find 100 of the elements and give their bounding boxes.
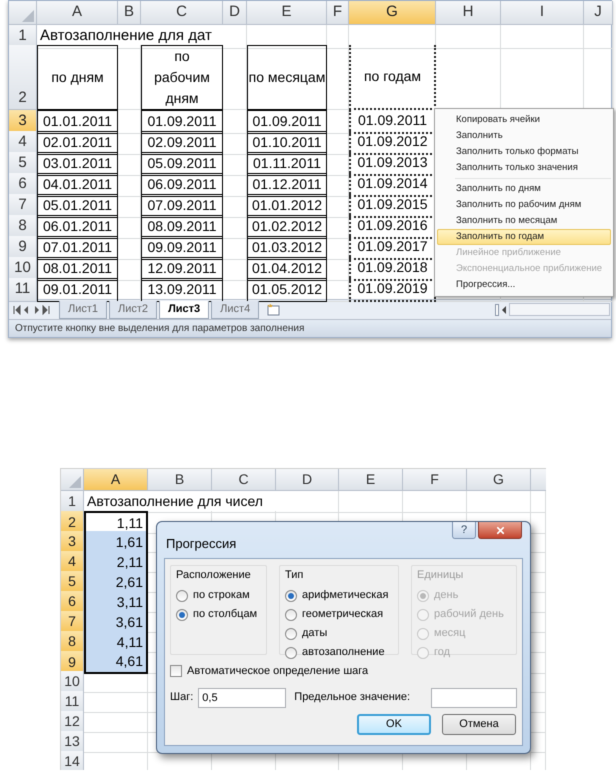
column-header[interactable]: H (436, 1, 501, 25)
column-header[interactable]: C (141, 1, 223, 25)
close-icon (494, 524, 506, 536)
date-cell: 01.10.2011 (247, 131, 327, 154)
menu-item[interactable]: Заполнить только значения (437, 160, 611, 176)
option-label: по строкам (193, 588, 250, 604)
number-cell: 4,61 (84, 651, 148, 674)
split-handle[interactable] (495, 304, 499, 316)
option-label: год (434, 645, 450, 660)
date-cell: 01.01.2011 (37, 110, 118, 134)
date-cell: 01.09.2011 (141, 110, 223, 134)
date-cell: 05.01.2011 (37, 194, 118, 218)
column-header[interactable]: A (37, 1, 118, 25)
row-header[interactable]: 12 (61, 711, 84, 733)
column-heading-cell: по годам (349, 45, 436, 110)
option-label: арифметическая (302, 588, 388, 604)
column-header[interactable]: E (339, 469, 403, 491)
status-bar-text: Отпустите кнопку вне выделения для параметров заполнения (14, 322, 304, 336)
row-header[interactable]: 14 (61, 751, 84, 770)
sheet-tab[interactable]: Лист3 (159, 301, 210, 319)
column-header[interactable]: B (148, 469, 212, 491)
column-header[interactable]: G (349, 1, 436, 25)
radio-button[interactable] (176, 608, 188, 620)
column-header[interactable]: I (501, 1, 584, 25)
step-label: Шаг: (170, 690, 194, 706)
date-cell: 08.01.2011 (37, 257, 118, 280)
row-header[interactable]: 3 (61, 531, 84, 553)
option-label: месяц (434, 626, 466, 642)
radio-button[interactable] (285, 590, 297, 602)
column-header[interactable]: F (403, 469, 467, 491)
row-header[interactable]: 10 (61, 671, 84, 693)
menu-item[interactable]: Заполнить по рабочим дням (437, 197, 611, 213)
radio-button[interactable] (176, 590, 188, 602)
date-cell: 02.09.2011 (141, 131, 223, 154)
menu-item[interactable]: Копировать ячейки (437, 112, 611, 128)
date-cell: 05.09.2011 (141, 152, 223, 176)
step-field[interactable]: 0,5 (198, 688, 286, 708)
dialog-button[interactable]: Отмена (442, 714, 516, 734)
column-header[interactable]: D (223, 1, 247, 25)
row-header[interactable]: 1 (61, 491, 84, 513)
column-heading-cell: по месяцам (247, 45, 327, 110)
date-cell: 01.12.2011 (247, 173, 327, 196)
column-header[interactable]: A (84, 469, 148, 491)
date-cell: 08.09.2011 (141, 215, 223, 238)
number-cell: 2,11 (84, 551, 148, 573)
date-cell: 01.04.2012 (247, 257, 327, 280)
column-header[interactable]: J (584, 1, 613, 25)
row-header[interactable]: 13 (61, 731, 84, 753)
menu-item[interactable]: Прогрессия... (437, 277, 611, 293)
row-header[interactable]: 2 (9, 45, 37, 110)
insert-sheet-icon[interactable] (267, 304, 282, 316)
horizontal-scrollbar[interactable] (509, 303, 610, 316)
column-header[interactable]: F (327, 1, 349, 25)
row-header[interactable]: 7 (61, 611, 84, 633)
option-label: даты (302, 626, 328, 642)
sheet-tab[interactable]: Лист1 (59, 301, 108, 319)
checkbox-label: Автоматическое определение шага (187, 664, 368, 679)
number-cell: 3,61 (84, 611, 148, 633)
number-cell: 2,61 (84, 571, 148, 593)
menu-item[interactable]: Заполнить по годам (437, 229, 611, 245)
row-header[interactable]: 11 (61, 691, 84, 713)
column-header[interactable]: E (247, 1, 327, 25)
row-header[interactable]: 11 (9, 278, 37, 302)
column-heading-cell: по дням (37, 45, 118, 110)
radio-button[interactable] (285, 646, 297, 658)
date-cell: 01.05.2012 (247, 278, 327, 302)
menu-item[interactable]: Заполнить по дням (437, 181, 611, 197)
sheet-tab[interactable]: Лист2 (109, 301, 158, 319)
column-header[interactable]: B (118, 1, 141, 25)
checkbox[interactable] (170, 665, 182, 678)
radio-button[interactable] (285, 608, 297, 620)
dialog-button[interactable]: OK (357, 714, 431, 734)
row-header[interactable]: 5 (61, 571, 84, 593)
number-cell: 1,61 (84, 531, 148, 553)
sheet-tab[interactable]: Лист4 (211, 301, 260, 319)
group-label: Расположение (176, 568, 252, 583)
dialog-title: Прогрессия (166, 535, 236, 553)
limit-field[interactable] (431, 688, 517, 708)
number-cell: 4,11 (84, 631, 148, 653)
column-header[interactable]: G (467, 469, 531, 491)
column-header[interactable]: D (276, 469, 339, 491)
date-cell: 09.09.2011 (141, 236, 223, 260)
menu-item[interactable]: Заполнить только форматы (437, 144, 611, 160)
row-header[interactable]: 6 (61, 591, 84, 613)
row-header[interactable]: 8 (61, 631, 84, 653)
option-label: по столбцам (193, 607, 258, 622)
date-cell: 06.09.2011 (141, 173, 223, 196)
option-label: геометрическая (302, 607, 384, 622)
date-cell: 06.01.2011 (37, 215, 118, 238)
date-cell: 12.09.2011 (141, 257, 223, 280)
close-button[interactable] (478, 522, 522, 539)
menu-item[interactable]: Заполнить по месяцам (437, 213, 611, 229)
menu-item[interactable]: Заполнить (437, 128, 611, 144)
date-cell: 02.01.2011 (37, 131, 118, 154)
help-button[interactable]: ? (452, 522, 476, 539)
date-cell: 01.01.2012 (247, 194, 327, 218)
date-cell: 01.11.2011 (247, 152, 327, 176)
column-header[interactable]: C (212, 469, 276, 491)
radio-button[interactable] (285, 628, 297, 640)
row-header[interactable]: 4 (61, 551, 84, 573)
